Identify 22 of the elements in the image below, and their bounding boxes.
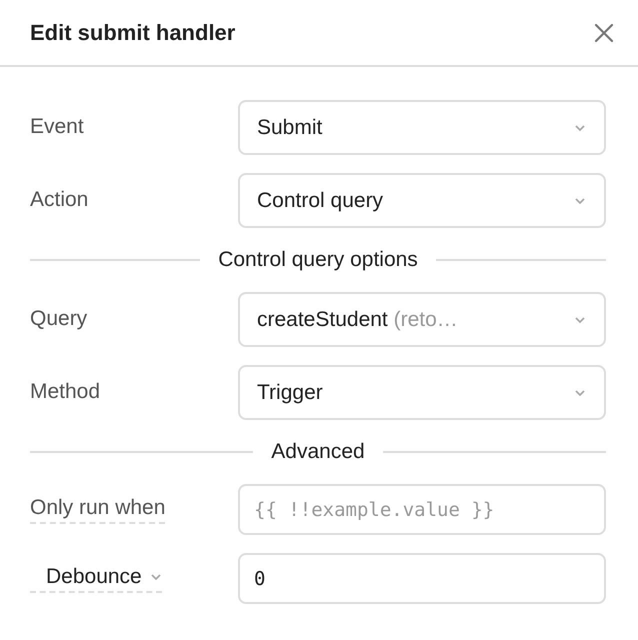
section-heading: Advanced [271, 440, 365, 464]
chevron-down-icon [574, 316, 586, 324]
field-label: Method [30, 380, 100, 404]
field-label: Action [30, 188, 88, 212]
field-label: Only run when [30, 496, 166, 524]
close-button[interactable] [594, 22, 614, 42]
chevron-down-icon [574, 388, 586, 396]
debounce-menu[interactable]: Debounce [30, 564, 162, 592]
input-field[interactable]: {{ !!example.value }} [238, 484, 606, 535]
dropdown-select[interactable]: Trigger [238, 365, 606, 420]
dropdown-select[interactable]: Control query [238, 173, 606, 228]
chevron-down-icon [574, 196, 586, 204]
caret-icon [150, 572, 162, 580]
field-label: Query [30, 306, 88, 332]
dialog-title: Edit submit handler [30, 20, 236, 46]
field-label: Event [30, 114, 84, 140]
dropdown-select[interactable]: Submit [238, 100, 606, 155]
close-icon [594, 22, 614, 42]
dropdown-select[interactable]: createStudent (reto… [238, 292, 606, 347]
chevron-down-icon [574, 124, 586, 132]
input-field[interactable]: 0 [238, 553, 606, 604]
section-heading: Control query options [218, 248, 418, 272]
